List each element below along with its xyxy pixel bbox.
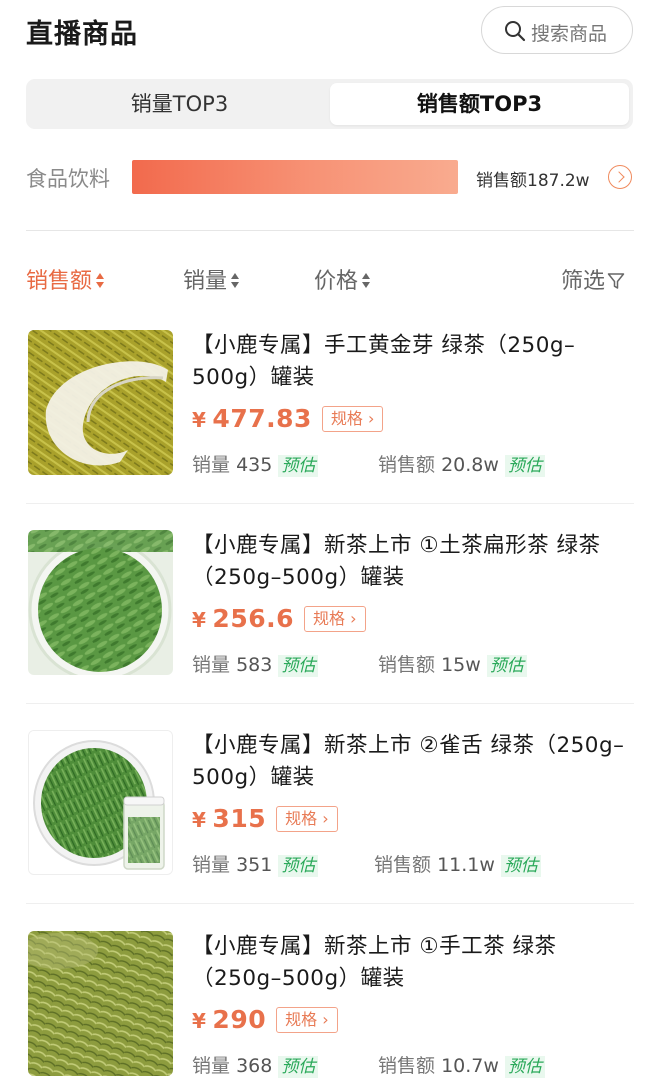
product-item[interactable]: 【小鹿专属】新茶上市 ①土茶扁形茶 绿茶（250g–500g）罐装 ¥256.6… <box>0 530 660 730</box>
estimate-badge: 预估 <box>504 1056 545 1078</box>
product-image[interactable] <box>28 530 173 675</box>
product-image[interactable] <box>28 330 173 475</box>
price-row: ¥477.83 规格 › <box>192 404 384 438</box>
filter-label: 筛选 <box>561 269 606 294</box>
sales-stat: 销量 583 预估 <box>192 650 319 677</box>
price-row: ¥290 规格 › <box>192 1005 338 1039</box>
product-image[interactable] <box>28 931 173 1076</box>
spec-button[interactable]: 规格 › <box>276 1006 338 1033</box>
search-placeholder: 搜索商品 <box>531 23 608 45</box>
revenue-stat: 销售额 10.7w 预估 <box>378 1051 545 1078</box>
revenue-stat: 销售额 11.1w 预估 <box>374 850 541 877</box>
product-name[interactable]: 【小鹿专属】新茶上市 ②雀舌 绿茶（250g–500g）罐装 <box>192 730 632 794</box>
estimate-badge: 预估 <box>486 655 527 677</box>
product-price: ¥315 <box>192 804 267 833</box>
category-revenue: 销售额187.2w <box>476 171 590 191</box>
product-item[interactable]: 【小鹿专属】手工黄金芽 绿茶（250g–500g）罐装 ¥477.83 规格 › … <box>0 330 660 530</box>
estimate-badge: 预估 <box>278 1056 319 1078</box>
estimate-badge: 预估 <box>278 655 319 677</box>
divider <box>26 903 634 904</box>
revenue-stat: 销售额 15w 预估 <box>378 650 527 677</box>
sort-bar: 销售额 销量 价格 筛选 <box>0 255 660 301</box>
filter-button[interactable]: 筛选 <box>561 263 625 295</box>
spec-button[interactable]: 规格 › <box>276 805 338 832</box>
sales-stat: 销量 368 预估 <box>192 1051 319 1078</box>
product-image[interactable] <box>28 730 173 875</box>
sort-arrows-icon <box>95 272 105 290</box>
divider <box>26 230 634 231</box>
page-title: 直播商品 <box>26 19 138 50</box>
tab-bar: 销量TOP3 销售额TOP3 <box>26 79 633 129</box>
chevron-right-icon[interactable] <box>608 165 632 189</box>
product-item[interactable]: 【小鹿专属】新茶上市 ①手工茶 绿茶（250g–500g）罐装 ¥290 规格 ›… <box>0 931 660 1088</box>
filter-icon <box>607 273 625 289</box>
tab-revenue-top3[interactable]: 销售额TOP3 <box>330 83 629 125</box>
divider <box>26 503 634 504</box>
category-label: 食品饮料 <box>26 167 110 191</box>
sort-revenue[interactable]: 销售额 <box>26 263 105 295</box>
divider <box>26 703 634 704</box>
estimate-badge: 预估 <box>278 455 319 477</box>
product-price: ¥477.83 <box>192 404 312 433</box>
sort-arrows-icon <box>230 272 240 290</box>
estimate-badge: 预估 <box>500 855 541 877</box>
product-item[interactable]: 【小鹿专属】新茶上市 ②雀舌 绿茶（250g–500g）罐装 ¥315 规格 › … <box>0 730 660 930</box>
category-row[interactable]: 食品饮料 销售额187.2w <box>26 157 636 197</box>
sort-price-label: 价格 <box>314 269 359 294</box>
search-input[interactable]: 搜索商品 <box>481 6 633 54</box>
product-name[interactable]: 【小鹿专属】新茶上市 ①手工茶 绿茶（250g–500g）罐装 <box>192 931 632 995</box>
search-icon <box>505 21 526 42</box>
sort-revenue-label: 销售额 <box>26 269 93 294</box>
price-row: ¥256.6 规格 › <box>192 604 366 638</box>
estimate-badge: 预估 <box>504 455 545 477</box>
product-price: ¥256.6 <box>192 604 294 633</box>
tab-sales-volume-top3[interactable]: 销量TOP3 <box>30 83 329 125</box>
sales-stat: 销量 351 预估 <box>192 850 319 877</box>
estimate-badge: 预估 <box>278 855 319 877</box>
sort-price[interactable]: 价格 <box>314 263 371 295</box>
sort-sales[interactable]: 销量 <box>183 263 240 295</box>
category-share-bar <box>132 160 458 194</box>
product-price: ¥290 <box>192 1005 267 1034</box>
product-name[interactable]: 【小鹿专属】新茶上市 ①土茶扁形茶 绿茶（250g–500g）罐装 <box>192 530 632 594</box>
header: 直播商品 搜索商品 <box>0 0 660 62</box>
sort-sales-label: 销量 <box>183 269 228 294</box>
product-name[interactable]: 【小鹿专属】手工黄金芽 绿茶（250g–500g）罐装 <box>192 330 632 394</box>
spec-button[interactable]: 规格 › <box>304 605 366 632</box>
sort-arrows-icon <box>361 272 371 290</box>
revenue-stat: 销售额 20.8w 预估 <box>378 450 545 477</box>
price-row: ¥315 规格 › <box>192 804 338 838</box>
sales-stat: 销量 435 预估 <box>192 450 319 477</box>
spec-button[interactable]: 规格 › <box>321 405 384 432</box>
